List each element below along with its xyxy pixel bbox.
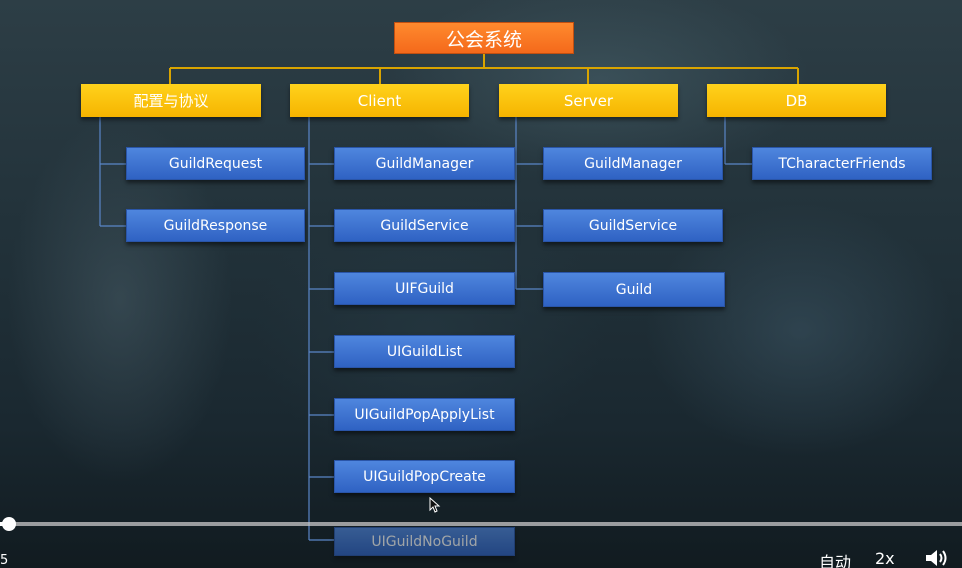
progress-bar[interactable]	[0, 522, 962, 526]
progress-handle[interactable]	[2, 517, 16, 531]
category-db: DB	[707, 84, 886, 117]
current-time: 5	[0, 553, 9, 568]
playback-speed-button[interactable]: 2x	[875, 549, 895, 568]
item-client-guild-manager: GuildManager	[334, 147, 515, 180]
item-server-guild-service: GuildService	[543, 209, 723, 242]
item-ui-guild-pop-create: UIGuildPopCreate	[334, 460, 515, 493]
item-server-guild-manager: GuildManager	[543, 147, 723, 180]
item-server-guild: Guild	[543, 272, 725, 307]
item-uif-guild: UIFGuild	[334, 272, 515, 305]
item-ui-guild-no-guild: UIGuildNoGuild	[334, 527, 515, 556]
item-tcharacter-friends: TCharacterFriends	[752, 147, 932, 180]
item-guild-response: GuildResponse	[126, 209, 305, 242]
quality-auto-button[interactable]: 自动	[819, 549, 851, 568]
item-guild-request: GuildRequest	[126, 147, 305, 180]
category-config-protocol: 配置与协议	[81, 84, 261, 117]
mouse-cursor-icon	[429, 497, 441, 513]
item-ui-guild-list: UIGuildList	[334, 335, 515, 368]
category-server: Server	[499, 84, 678, 117]
item-client-guild-service: GuildService	[334, 209, 515, 242]
speaker-icon[interactable]	[924, 548, 952, 568]
diagram-title-box: 公会系统	[394, 22, 574, 54]
item-ui-guild-pop-apply-list: UIGuildPopApplyList	[334, 398, 515, 431]
category-client: Client	[290, 84, 469, 117]
video-frame[interactable]: 公会系统 配置与协议 Client Server DB GuildRequest…	[0, 0, 962, 568]
